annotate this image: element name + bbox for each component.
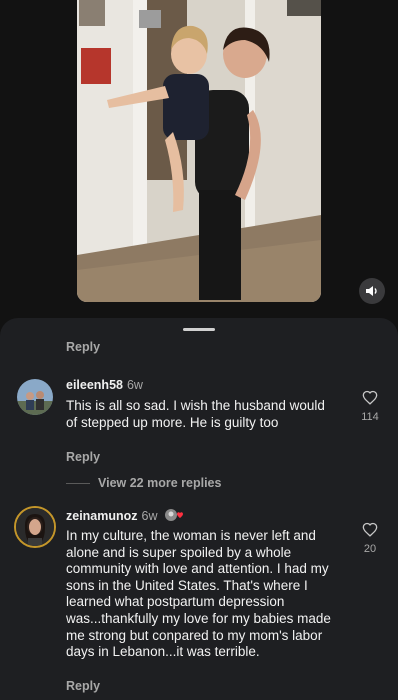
heart-outline-icon [362, 522, 378, 537]
like-button[interactable]: 20 [356, 522, 384, 555]
video-frame-image [77, 0, 321, 302]
liked-by-creator-badge [164, 508, 184, 525]
comment-header: eileenh58 6w [66, 378, 143, 392]
comment-text: This is all so sad. I wish the husband w… [66, 398, 325, 430]
like-button[interactable]: 114 [356, 390, 384, 423]
reply-button[interactable]: Reply [66, 340, 100, 354]
username[interactable]: zeinamunoz [66, 509, 138, 523]
comment-time: 6w [126, 378, 143, 392]
reply-button[interactable]: Reply [66, 450, 100, 464]
divider-line [66, 482, 90, 484]
avatar-image [17, 379, 53, 415]
speaker-icon [366, 286, 377, 296]
comments-sheet: Reply eileenh58 6w This is all so sad. I … [0, 318, 398, 700]
avatar-image [16, 508, 54, 546]
view-more-replies[interactable]: View 22 more replies [66, 476, 221, 490]
like-count: 114 [361, 411, 379, 423]
sheet-grabber[interactable] [183, 328, 215, 331]
username[interactable]: eileenh58 [66, 378, 123, 392]
sound-button[interactable] [359, 278, 385, 304]
like-count: 20 [363, 543, 377, 555]
avatar[interactable] [17, 379, 53, 415]
heart-outline-icon [362, 390, 378, 405]
comment-time: 6w [141, 508, 158, 523]
view-more-label: View 22 more replies [98, 476, 222, 490]
creator-heart-icon [165, 509, 184, 521]
reel-video[interactable] [77, 0, 321, 302]
comment-text: In my culture, the woman is never left a… [66, 528, 331, 660]
video-area [0, 0, 398, 318]
comment-header: zeinamunoz 6w [66, 508, 184, 525]
reply-button[interactable]: Reply [66, 679, 100, 693]
avatar[interactable] [14, 506, 56, 548]
